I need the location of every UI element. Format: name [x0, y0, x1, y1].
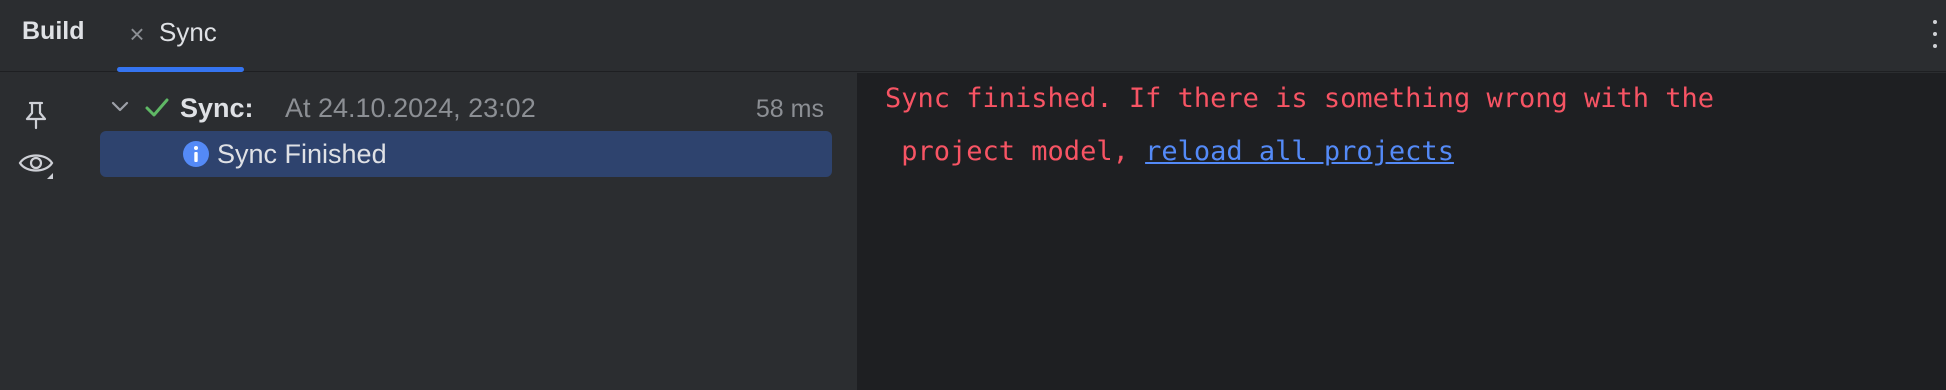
tree-row-sync[interactable]: Sync: At 24.10.2024, 23:02 58 ms [100, 85, 832, 131]
pin-icon[interactable] [16, 95, 56, 135]
sync-label: Sync: [180, 93, 254, 123]
build-tool-window: Build × Sync Sync: At 24.10.2024, 23:02 … [0, 0, 1946, 390]
active-tab-indicator [117, 67, 244, 72]
left-toolstrip [0, 73, 72, 390]
tree-row-sync-finished[interactable]: Sync Finished [100, 131, 832, 177]
console-output: Sync finished. If there is something wro… [857, 73, 1946, 390]
info-icon [183, 141, 209, 167]
console-line: project model, reload all projects [885, 136, 1454, 167]
close-icon[interactable]: × [127, 20, 147, 48]
sync-finished-label: Sync Finished [217, 139, 387, 169]
sync-timestamp: At 24.10.2024, 23:02 [285, 93, 536, 123]
tab-label: Sync [159, 17, 217, 47]
tool-window-header: Build × Sync [0, 0, 1946, 72]
vertical-ellipsis-icon[interactable] [1924, 14, 1946, 54]
eye-icon[interactable] [16, 143, 56, 183]
console-text: project model, [885, 136, 1146, 167]
check-icon [145, 98, 169, 117]
console-line: Sync finished. If there is something wro… [885, 83, 1715, 114]
chevron-down-icon[interactable] [108, 95, 132, 119]
reload-all-projects-link[interactable]: reload all projects [1145, 136, 1454, 167]
tab-sync[interactable]: × Sync [117, 0, 244, 72]
build-tree: Sync: At 24.10.2024, 23:02 58 ms Sync Fi… [72, 73, 856, 390]
sync-duration: 58 ms [755, 95, 824, 123]
panel-title: Build [22, 17, 85, 45]
